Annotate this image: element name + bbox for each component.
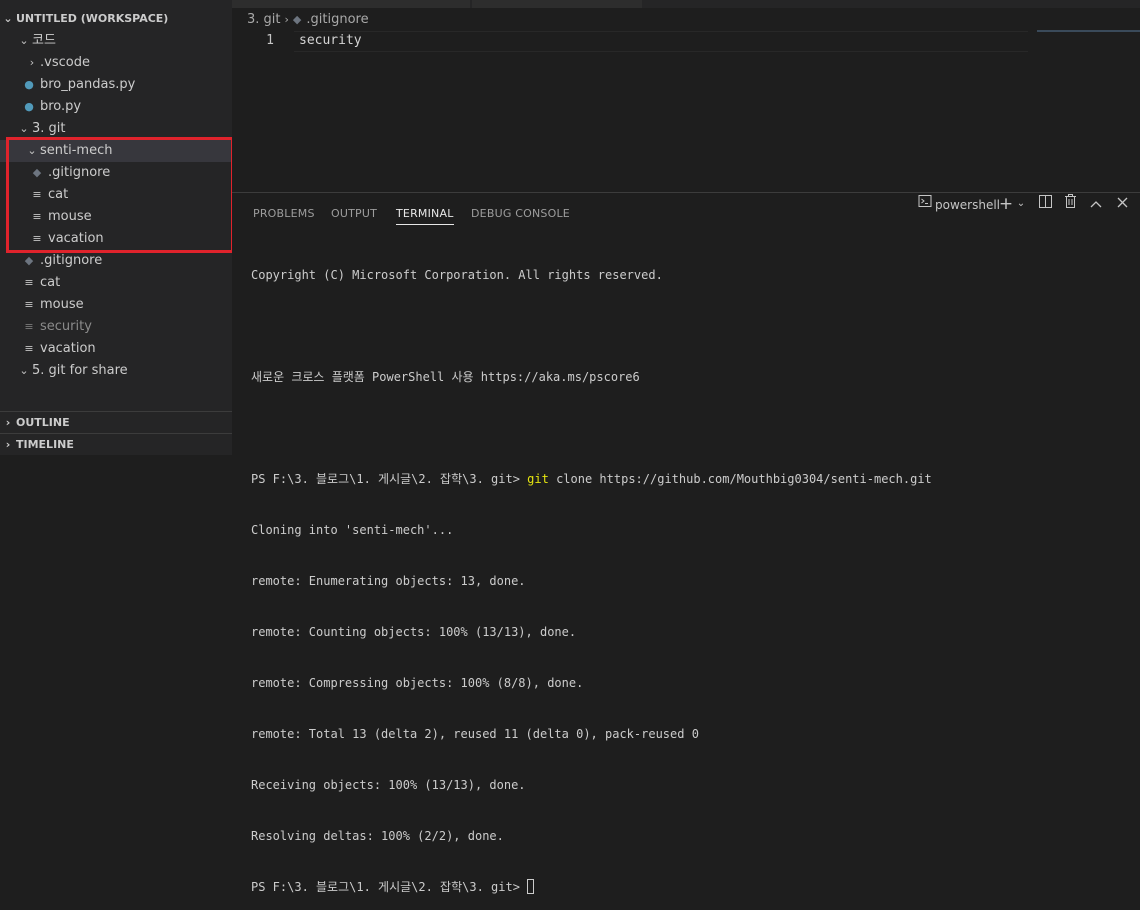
terminal-prompt-line[interactable]: PS F:\3. 블로그\1. 게시글\2. 잡학\3. git> bbox=[251, 879, 1131, 896]
terminal-line: 새로운 크로스 플랫폼 PowerShell 사용 https://aka.ms… bbox=[251, 370, 640, 384]
chevron-right-icon: › bbox=[284, 13, 289, 26]
folder-git-label: 3. git bbox=[32, 121, 66, 136]
current-line-highlight bbox=[294, 31, 1028, 52]
new-terminal-plus-icon[interactable]: + bbox=[998, 193, 1014, 215]
text-file-icon: ≡ bbox=[24, 298, 34, 311]
file-security[interactable]: ≡ security bbox=[0, 316, 232, 338]
tab-problems[interactable]: PROBLEMS bbox=[253, 204, 315, 224]
text-file-icon: ≡ bbox=[24, 342, 34, 355]
terminal-line: Resolving deltas: 100% (2/2), done. bbox=[251, 829, 504, 843]
file-gitignore-label: .gitignore bbox=[40, 253, 103, 268]
file-bro-label: bro.py bbox=[40, 99, 82, 114]
file-bro-pandas-label: bro_pandas.py bbox=[40, 77, 136, 92]
shell-name: powershell bbox=[935, 198, 1000, 212]
workspace-title: UNTITLED (WORKSPACE) bbox=[16, 12, 169, 25]
terminal-line: remote: Compressing objects: 100% (8/8),… bbox=[251, 676, 584, 690]
split-terminal-icon[interactable] bbox=[1036, 193, 1054, 215]
python-file-icon: ● bbox=[24, 100, 34, 113]
editor-area: 3. git › ◆ .gitignore 1 security bbox=[232, 0, 1140, 192]
terminal-line: remote: Counting objects: 100% (13/13), … bbox=[251, 625, 577, 639]
terminal-prompt: PS F:\3. 블로그\1. 게시글\2. 잡학\3. git> bbox=[251, 472, 528, 486]
code-line[interactable]: security bbox=[299, 32, 362, 50]
outline-label: OUTLINE bbox=[16, 416, 70, 429]
folder-code[interactable]: ⌄ 코드 bbox=[0, 30, 232, 52]
breadcrumb: 3. git › ◆ .gitignore bbox=[247, 11, 369, 29]
terminal-output[interactable]: Copyright (C) Microsoft Corporation. All… bbox=[251, 233, 1131, 910]
explorer-sidebar: ⌄ UNTITLED (WORKSPACE) ⌄ 코드 › .vscode ● bro_… bbox=[0, 0, 232, 455]
line-number: 1 bbox=[266, 33, 274, 48]
file-mouse[interactable]: ≡ mouse bbox=[0, 294, 232, 316]
terminal-command-line: PS F:\3. 블로그\1. 게시글\2. 잡학\3. git> git cl… bbox=[251, 471, 1131, 488]
chevron-right-icon: › bbox=[29, 56, 35, 69]
terminal-line: Copyright (C) Microsoft Corporation. All… bbox=[251, 268, 663, 282]
terminal-line: remote: Total 13 (delta 2), reused 11 (d… bbox=[251, 727, 699, 741]
file-bro[interactable]: ● bro.py bbox=[0, 96, 232, 118]
terminal-line: Receiving objects: 100% (13/13), done. bbox=[251, 778, 526, 792]
terminal-line: remote: Enumerating objects: 13, done. bbox=[251, 574, 526, 588]
timeline-label: TIMELINE bbox=[16, 438, 74, 451]
close-icon[interactable] bbox=[1113, 193, 1131, 215]
file-gitignore[interactable]: ◆ .gitignore bbox=[0, 250, 232, 272]
folder-vscode[interactable]: › .vscode bbox=[0, 52, 232, 74]
file-security-label: security bbox=[40, 319, 92, 334]
file-vacation[interactable]: ≡ vacation bbox=[0, 338, 232, 360]
terminal-line: Cloning into 'senti-mech'... bbox=[251, 523, 454, 537]
terminal-icon bbox=[915, 193, 935, 215]
folder-vscode-label: .vscode bbox=[40, 55, 90, 70]
breadcrumb-file[interactable]: .gitignore bbox=[306, 12, 368, 27]
shell-selector[interactable]: powershell bbox=[935, 194, 1000, 216]
file-bro-pandas[interactable]: ● bro_pandas.py bbox=[0, 74, 232, 96]
breadcrumb-folder[interactable]: 3. git bbox=[247, 12, 281, 27]
terminal-cursor bbox=[527, 879, 535, 894]
text-file-icon: ≡ bbox=[24, 320, 34, 333]
bottom-panel: PROBLEMS OUTPUT TERMINAL DEBUG CONSOLE p… bbox=[232, 192, 1140, 894]
python-file-icon: ● bbox=[24, 78, 34, 91]
chevron-down-icon: ⌄ bbox=[19, 364, 29, 377]
tab-strip bbox=[232, 0, 1140, 8]
chevron-right-icon: › bbox=[5, 416, 11, 429]
file-mouse-label: mouse bbox=[40, 297, 84, 312]
chevron-down-icon: ⌄ bbox=[3, 12, 13, 25]
minimap-slider[interactable] bbox=[1037, 30, 1140, 32]
file-cat[interactable]: ≡ cat bbox=[0, 272, 232, 294]
chevron-right-icon: › bbox=[5, 438, 11, 451]
git-file-icon: ◆ bbox=[292, 13, 302, 26]
chevron-down-icon: ⌄ bbox=[19, 34, 29, 47]
folder-code-label: 코드 bbox=[32, 33, 56, 48]
tab-terminal[interactable]: TERMINAL bbox=[396, 204, 454, 225]
folder-git-share-label: 5. git for share bbox=[32, 363, 128, 378]
file-vacation-label: vacation bbox=[40, 341, 96, 356]
text-file-icon: ≡ bbox=[24, 276, 34, 289]
file-cat-label: cat bbox=[40, 275, 61, 290]
workspace-header[interactable]: ⌄ UNTITLED (WORKSPACE) bbox=[0, 8, 232, 30]
editor-tab[interactable] bbox=[232, 0, 470, 8]
timeline-section-header[interactable]: › TIMELINE bbox=[0, 434, 232, 455]
chevron-up-icon[interactable] bbox=[1087, 193, 1105, 215]
outline-section-header[interactable]: › OUTLINE bbox=[0, 412, 232, 434]
tab-debug-console[interactable]: DEBUG CONSOLE bbox=[471, 204, 570, 224]
folder-git-for-share[interactable]: ⌄ 5. git for share bbox=[0, 360, 232, 382]
git-file-icon: ◆ bbox=[24, 254, 34, 267]
editor-tab[interactable] bbox=[472, 0, 642, 8]
annotation-highlight-box bbox=[6, 137, 232, 253]
trash-icon[interactable] bbox=[1061, 193, 1079, 215]
git-command: git bbox=[527, 472, 549, 486]
tab-output[interactable]: OUTPUT bbox=[331, 204, 377, 224]
git-args: clone https://github.com/Mouthbig0304/se… bbox=[548, 472, 932, 486]
chevron-down-icon[interactable]: ⌄ bbox=[1015, 193, 1027, 215]
terminal-prompt: PS F:\3. 블로그\1. 게시글\2. 잡학\3. git> bbox=[251, 880, 528, 894]
